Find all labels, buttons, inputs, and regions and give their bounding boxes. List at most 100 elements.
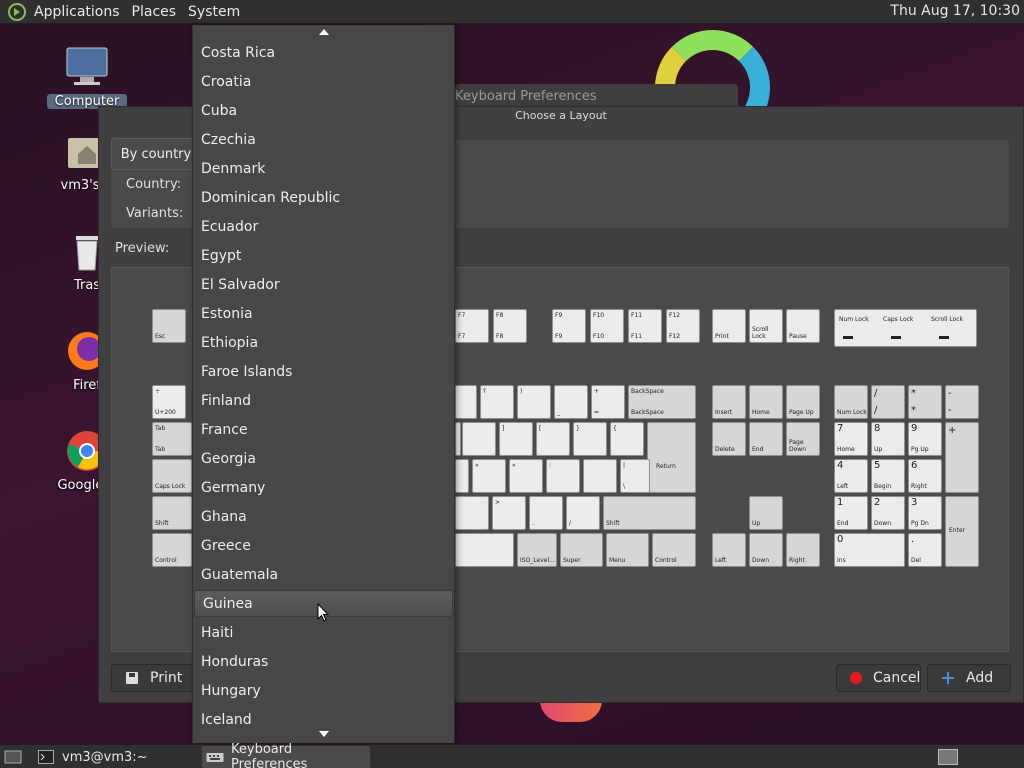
- key-kp-0: 0 Ins: [834, 533, 905, 567]
- taskbar-label: vm3@vm3:~: [62, 749, 148, 765]
- key-kp-multiply: * *: [908, 385, 942, 419]
- key-tab: Tab Tab: [152, 422, 192, 456]
- list-item[interactable]: Hungary: [193, 677, 454, 704]
- scroll-down-arrow[interactable]: [193, 727, 454, 741]
- print-button[interactable]: Print: [111, 664, 199, 692]
- key-bracket-right: }: [573, 422, 607, 456]
- key-apostrophe: :: [546, 459, 580, 493]
- list-item[interactable]: France: [193, 416, 454, 443]
- window-title: Keyboard Preferences: [455, 89, 597, 104]
- key-kp-3: 3 Pg Dn: [908, 496, 942, 530]
- list-item[interactable]: Costa Rica: [193, 39, 454, 66]
- key-delete: Delete: [712, 422, 746, 456]
- tab-by-country[interactable]: By country: [111, 138, 201, 170]
- list-item[interactable]: Cuba: [193, 97, 454, 124]
- print-button-label: Print: [150, 670, 183, 686]
- key-scroll-lock: Scroll Lock: [749, 309, 783, 343]
- key-semicolon: «: [509, 459, 543, 493]
- system-menu[interactable]: System: [182, 4, 246, 20]
- key-right: Right: [786, 533, 820, 567]
- key-minus: _: [554, 385, 588, 419]
- list-item[interactable]: Ghana: [193, 503, 454, 530]
- taskbar-terminal[interactable]: vm3@vm3:~: [38, 746, 188, 768]
- country-dropdown-list[interactable]: Costa Rica Croatia Cuba Czechia Denmark …: [192, 25, 455, 743]
- cancel-icon: [849, 670, 863, 686]
- list-item[interactable]: Dominican Republic: [193, 184, 454, 211]
- key-kp-4: 4 Left: [834, 459, 868, 493]
- key-equals: + =: [591, 385, 625, 419]
- top-panel: Applications Places System Thu Aug 17, 1…: [0, 0, 1024, 24]
- list-item[interactable]: Ethiopia: [193, 329, 454, 356]
- desktop-icon-computer[interactable]: Computer: [47, 44, 127, 109]
- key-comma: >: [492, 496, 526, 530]
- key-page-down: Page Down: [786, 422, 820, 456]
- key-end: End: [749, 422, 783, 456]
- key-f9: F9 F9: [552, 309, 586, 343]
- key-8: [455, 385, 477, 419]
- key-page-up: Page Up: [786, 385, 820, 419]
- key-f10: F10 F10: [590, 309, 624, 343]
- mouse-cursor-icon: [317, 602, 330, 623]
- list-item[interactable]: Georgia: [193, 445, 454, 472]
- list-item[interactable]: Haiti: [193, 619, 454, 646]
- show-desktop-button[interactable]: [4, 746, 28, 768]
- key-space: [455, 533, 514, 567]
- key-9: ؟: [480, 385, 514, 419]
- key-kp-decimal: . Del: [908, 533, 942, 567]
- places-menu[interactable]: Places: [126, 4, 183, 20]
- list-item[interactable]: Germany: [193, 474, 454, 501]
- add-button[interactable]: Add: [927, 664, 1011, 692]
- key-pause: Pause: [786, 309, 820, 343]
- computer-icon: [64, 44, 110, 90]
- list-item[interactable]: Croatia: [193, 68, 454, 95]
- list-item[interactable]: Czechia: [193, 126, 454, 153]
- key-caps-lock: Caps Lock: [152, 459, 192, 493]
- key-grave: ÷ U+200: [152, 385, 186, 419]
- country-label: Country:: [126, 177, 182, 192]
- taskbar-keyboard-preferences[interactable]: Keyboard Preferences: [202, 742, 370, 768]
- key-o: [462, 422, 496, 456]
- list-item[interactable]: Ecuador: [193, 213, 454, 240]
- clock[interactable]: Thu Aug 17, 10:30: [890, 3, 1020, 19]
- cancel-button-label: Cancel: [873, 670, 921, 686]
- list-item[interactable]: El Salvador: [193, 271, 454, 298]
- key-control-right: Control: [652, 533, 696, 567]
- key-kp-5: 5 Begin: [871, 459, 905, 493]
- key-kp-divide: / /: [871, 385, 905, 419]
- key-kp-plus: +: [945, 422, 979, 493]
- key-kp-8: 8 Up: [871, 422, 905, 456]
- key-num-lock: Num Lock: [834, 385, 868, 419]
- key-control-left: Control: [152, 533, 192, 567]
- list-item[interactable]: Estonia: [193, 300, 454, 327]
- list-item[interactable]: Egypt: [193, 242, 454, 269]
- key-kp-7: 7 Home: [834, 422, 868, 456]
- mate-logo-icon[interactable]: [6, 1, 28, 23]
- printer-icon: [124, 670, 140, 686]
- applications-menu[interactable]: Applications: [28, 4, 126, 20]
- key-shift-right: Shift: [603, 496, 696, 530]
- key-period: .: [529, 496, 563, 530]
- list-item[interactable]: Faroe Islands: [193, 358, 454, 385]
- key-left: Left: [712, 533, 746, 567]
- key-kp-1: 1 End: [834, 496, 868, 530]
- list-item[interactable]: Honduras: [193, 648, 454, 675]
- bottom-panel: vm3@vm3:~ Keyboard Preferences: [0, 742, 1024, 768]
- key-backslash: {: [610, 422, 644, 456]
- list-item[interactable]: Guatemala: [193, 561, 454, 588]
- list-item[interactable]: Greece: [193, 532, 454, 559]
- key-super: Super: [560, 533, 603, 567]
- list-item[interactable]: Denmark: [193, 155, 454, 182]
- key-kp-minus: --: [945, 385, 979, 419]
- cancel-button[interactable]: Cancel: [836, 664, 921, 692]
- scroll-up-arrow[interactable]: [193, 25, 454, 39]
- list-item[interactable]: Finland: [193, 387, 454, 414]
- key-i: [455, 422, 461, 456]
- key-kp-2: 2 Down: [871, 496, 905, 530]
- key-m: [455, 496, 489, 530]
- add-button-label: Add: [966, 670, 994, 686]
- variants-label: Variants:: [126, 206, 184, 221]
- key-kp-9: 9 Pg Up: [908, 422, 942, 456]
- workspace-switcher[interactable]: [938, 746, 960, 768]
- key-shift-left: Shift: [152, 496, 192, 530]
- wallpaper-blob: [540, 700, 602, 722]
